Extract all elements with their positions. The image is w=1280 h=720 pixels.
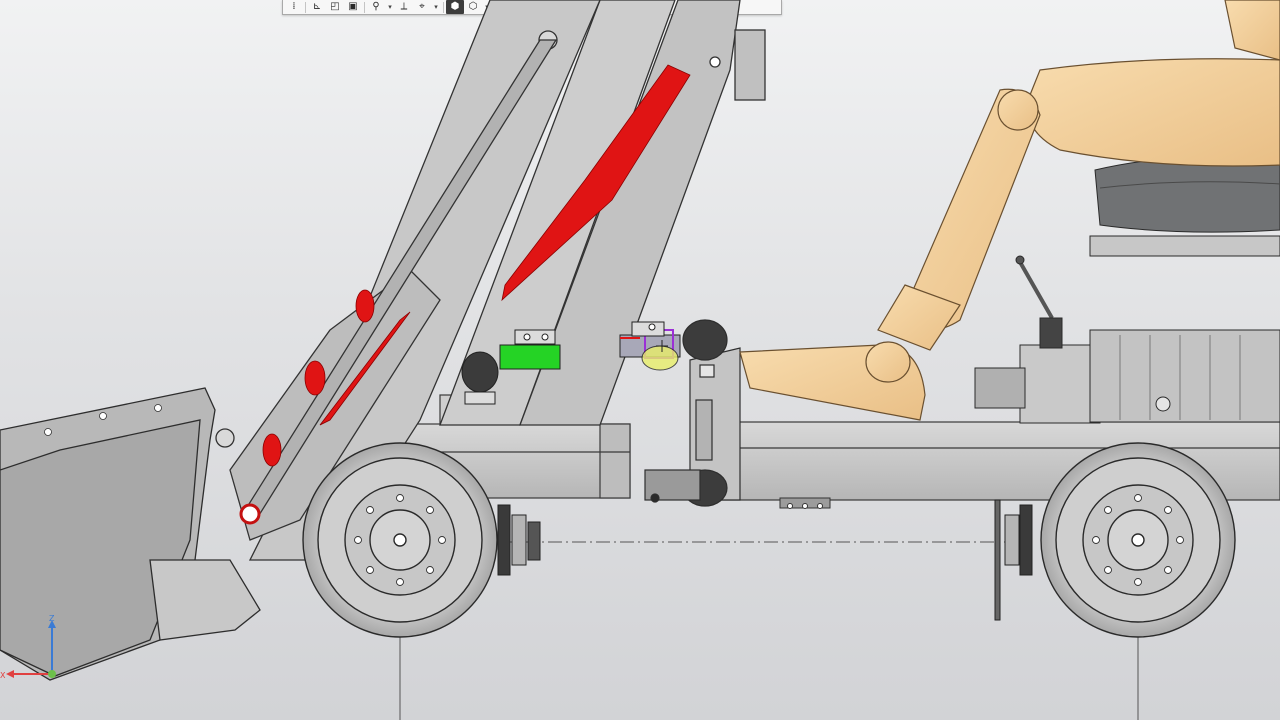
- axis-triad-icon: ZX: [0, 614, 56, 680]
- cad-viewport[interactable]: [0, 0, 1280, 720]
- axle-hubs[interactable]: [497, 499, 1033, 621]
- origin-icon: [48, 670, 56, 678]
- transmission[interactable]: [974, 255, 1280, 424]
- coordinate-triad: ZX: [0, 612, 70, 684]
- operator-seat[interactable]: [1089, 156, 1280, 257]
- x-axis-arrow-icon: [6, 670, 14, 678]
- x-axis-label: X: [0, 671, 6, 680]
- z-axis-label: Z: [49, 614, 55, 623]
- front-wheel[interactable]: [302, 442, 498, 638]
- center-bracket[interactable]: [779, 497, 831, 509]
- rear-wheel[interactable]: [1040, 442, 1236, 638]
